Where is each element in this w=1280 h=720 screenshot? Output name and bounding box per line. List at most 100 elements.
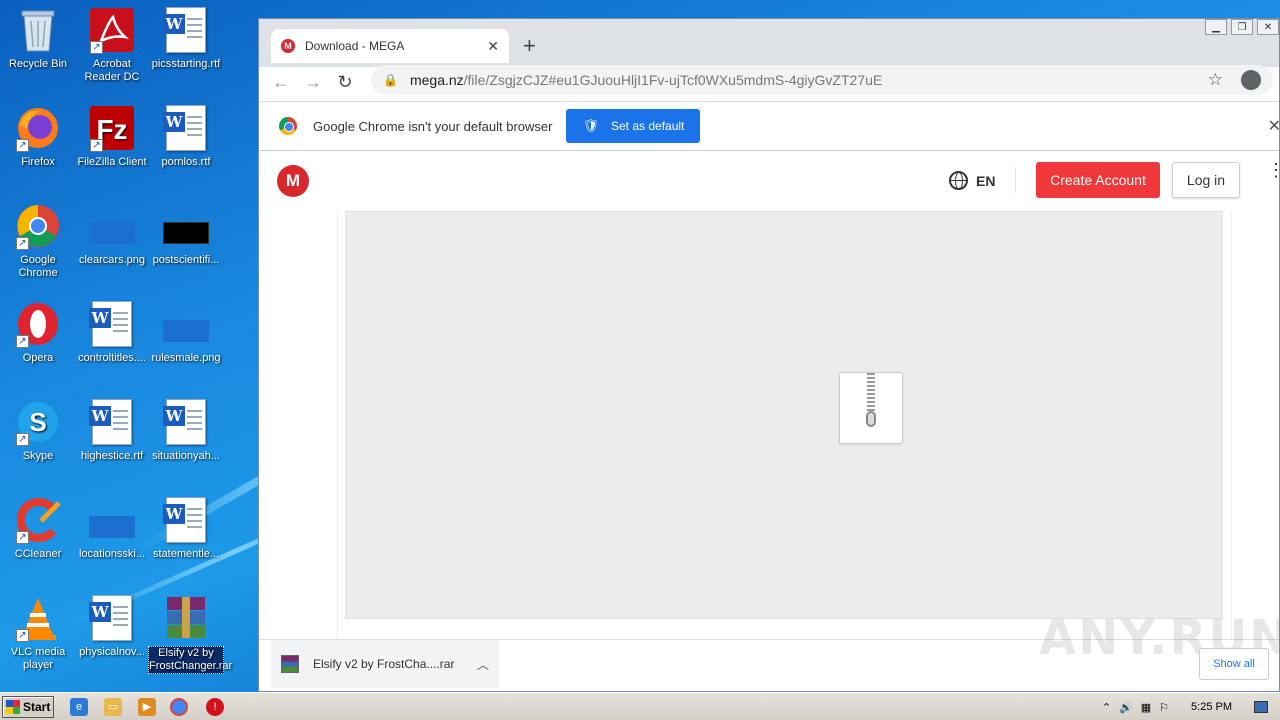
desktop-icon-acrobat[interactable]: ↗ Acrobat Reader DC [74,6,150,84]
skype-icon: S ↗ [14,398,62,446]
zipper-pull [866,411,876,427]
login-button[interactable]: Log in [1172,162,1240,198]
default-browser-infobar: Google Chrome isn't your default browser… [259,101,1280,151]
desktop-icon-label: clearcars.png [78,254,146,266]
create-account-button[interactable]: Create Account [1036,162,1160,198]
browser-toolbar: ← → ↻ 🔒 mega.nz/file/ZsgjzCJZ#eu1GJuouHl… [259,65,1279,97]
minimize-icon[interactable]: ▁ [1205,19,1227,35]
desktop-icon-label: locationsski... [78,548,146,560]
forward-icon[interactable]: → [297,72,329,93]
desktop-icon-label: highestice.rtf [80,450,144,462]
desktop-icon-highestice[interactable]: W highestice.rtf [74,398,150,463]
download-filename: Elsify v2 by FrostCha....rar [313,657,455,671]
bookmark-star-icon[interactable]: ☆ [1208,70,1223,90]
desktop-icon-picsstarting[interactable]: W picsstarting.rtf [148,6,224,71]
explorer-folder-icon[interactable]: ▭ [104,698,122,716]
desktop-icon-situationyah[interactable]: W situationyah... [148,398,224,463]
close-window-icon[interactable]: ✕ [1257,19,1279,35]
profile-avatar-icon[interactable] [1241,70,1261,90]
back-icon[interactable]: ← [265,72,297,93]
download-item[interactable]: Elsify v2 by FrostCha....rar ︿ [271,640,499,688]
address-bar[interactable]: 🔒 mega.nz/file/ZsgjzCJZ#eu1GJuouHljI1Fv-… [371,65,1273,95]
word-doc-icon: W [162,6,210,54]
network-icon[interactable]: ▦ [1141,701,1151,714]
desktop-icon-label: rulesmale.png [151,352,221,364]
globe-icon [949,171,968,190]
word-doc-icon: W [88,398,136,446]
word-doc-icon: W [88,594,136,642]
desktop-icon-skype[interactable]: S ↗ Skype [0,398,76,463]
infobar-close-icon[interactable]: ✕ [1268,116,1280,136]
desktop-icon-statementle[interactable]: W statementle... [148,496,224,561]
show-desktop-icon[interactable] [1254,701,1268,713]
desktop-icon-pornlos[interactable]: W pornlos.rtf [148,104,224,169]
language-selector[interactable]: EN [949,171,995,190]
desktop-icon-label: postscientifi... [152,254,220,266]
chrome-taskbar-icon[interactable] [170,698,188,716]
desktop-icon-label: Acrobat Reader DC [84,58,140,83]
acrobat-icon: ↗ [88,6,136,54]
clock[interactable]: 5:25 PM [1191,701,1232,713]
infobar-message: Google Chrome isn't your default browser [313,118,553,134]
desktop-icon-elsify-rar[interactable]: Elsify v2 by FrostChanger.rar [148,594,232,674]
show-all-button[interactable]: Show all [1199,648,1269,680]
chevron-up-icon[interactable]: ︿ [477,656,489,673]
tray-expand-icon[interactable]: ⌃ [1102,701,1111,714]
desktop-icon-postscientifi[interactable]: postscientifi... [148,202,224,267]
start-button[interactable]: Start [2,696,54,718]
desktop-icon-ccleaner[interactable]: ↗ CCleaner [0,496,76,561]
close-tab-icon[interactable]: ✕ [487,38,499,55]
word-doc-icon: W [162,496,210,544]
maximize-icon[interactable]: ❐ [1231,19,1253,35]
vlc-icon: ↗ [14,594,62,642]
tab-strip: M Download - MEGA ✕ + ▁ ❐ ✕ [259,19,1279,71]
desktop-icon-rulesmale[interactable]: rulesmale.png [148,300,224,365]
taskbar: Start e ▭ ▶ ! ⌃ 🔊 ▦ ⚐ 5:25 PM [0,692,1280,720]
header-divider [1015,167,1016,193]
download-shelf: ANY.RUN Elsify v2 by FrostCha....rar ︿ S… [259,610,1280,691]
mega-logo[interactable]: M [277,165,309,197]
desktop-icon-label: Firefox [21,156,55,168]
shortcut-arrow-icon: ↗ [16,531,29,544]
volume-icon[interactable]: 🔊 [1119,701,1133,714]
word-doc-icon: W [88,300,136,348]
reload-icon[interactable]: ↻ [329,72,361,93]
word-doc-icon: W [162,104,210,152]
desktop-icon-opera[interactable]: ↗ Opera [0,300,76,365]
svg-text:S: S [29,407,46,437]
desktop-icon-clearcars[interactable]: clearcars.png [74,202,150,267]
shortcut-arrow-icon: ↗ [16,433,29,446]
mega-page: M EN Create Account Log in ⋮ [259,151,1280,641]
opera-taskbar-icon[interactable]: ! [206,698,224,716]
desktop-icon-label: Opera [22,352,54,364]
set-as-default-label: Set as default [611,119,685,133]
new-tab-button[interactable]: + [523,33,536,59]
png-icon [162,300,210,348]
window-controls: ▁ ❐ ✕ [1205,19,1279,35]
zip-file-icon [839,372,903,444]
chrome-logo-icon [279,117,297,135]
url-text: mega.nz/file/ZsgjzCJZ#eu1GJuouHljI1Fv-uj… [410,72,1208,88]
desktop-icon-vlc[interactable]: ↗ VLC media player [0,594,76,672]
lock-icon[interactable]: 🔒 [383,73,398,87]
shortcut-arrow-icon: ↗ [16,335,29,348]
desktop-icon-locationsski[interactable]: locationsski... [74,496,150,561]
desktop-icon-label: VLC media player [10,646,66,671]
desktop-icon-filezilla[interactable]: Fz ↗ FileZilla Client [74,104,150,169]
action-center-flag-icon[interactable]: ⚐ [1159,701,1169,714]
desktop-icon-google-chrome[interactable]: ↗ Google Chrome [0,202,76,280]
tab-download-mega[interactable]: M Download - MEGA ✕ [271,29,509,63]
ie-icon[interactable]: e [70,698,88,716]
desktop-icon-label: CCleaner [14,548,62,560]
desktop-icon-recycle-bin[interactable]: Recycle Bin [0,6,76,71]
desktop-icon-firefox[interactable]: ↗ Firefox [0,104,76,169]
firefox-icon: ↗ [14,104,62,152]
set-as-default-button[interactable]: 🛡 Set as default [566,109,701,143]
mega-header: M EN Create Account Log in ⋮ [259,151,1280,209]
start-label: Start [23,700,51,714]
desktop-icon-physicalnov[interactable]: W physicalnov... [74,594,150,659]
more-menu-icon[interactable]: ⋮ [1267,161,1280,179]
media-player-icon[interactable]: ▶ [138,698,156,716]
desktop-icon-controltitles[interactable]: W controltitles.... [74,300,150,365]
recycle-bin-icon [14,6,62,54]
